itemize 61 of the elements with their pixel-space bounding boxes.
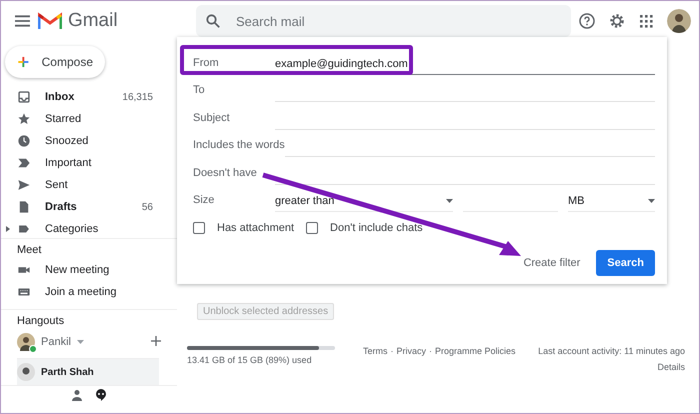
footer-link[interactable]: Terms [363, 346, 388, 372]
sidebar-item[interactable]: Important [1, 152, 177, 174]
section-title: Hangouts [16, 314, 66, 329]
storage-text: 13.41 GB of 15 GB (89%) used [187, 355, 312, 365]
avatar-icon [17, 333, 35, 351]
activity-text: Last account activity: 11 minutes ago [538, 346, 685, 356]
sidebar-item[interactable]: Sent [1, 174, 177, 196]
separator: · [390, 346, 394, 358]
avatar-icon[interactable] [667, 9, 691, 33]
field-label: Doesn't have [193, 166, 258, 180]
label-arrow-icon [17, 156, 31, 170]
caret-icon[interactable] [76, 340, 84, 344]
sidebar-item[interactable]: Snoozed [1, 130, 177, 152]
caret-icon [446, 199, 453, 203]
contact-item[interactable]: Parth Shah [17, 358, 159, 385]
menu-icon[interactable] [15, 15, 30, 27]
sidebar-item[interactable]: Starred [1, 108, 177, 130]
checkbox[interactable] [306, 222, 318, 234]
field-label: To [193, 83, 206, 98]
separator: · [429, 346, 432, 358]
search-icon [206, 14, 220, 28]
compose-button[interactable]: Compose [5, 46, 105, 78]
person-icon[interactable] [71, 389, 83, 401]
sidebar-item[interactable]: Join a meeting [1, 281, 177, 303]
user-name[interactable]: Pankil [41, 336, 71, 348]
caret-icon [648, 199, 655, 203]
checkbox-label: Don't include chats [330, 222, 423, 234]
size-unit-dropdown[interactable]: MB [568, 195, 655, 212]
section-title: Meet [16, 243, 42, 258]
sidebar-item[interactable]: Drafts 56 [1, 196, 177, 218]
apps-grid-icon[interactable] [639, 14, 653, 28]
sidebar-item[interactable]: New meeting [1, 259, 177, 281]
create-filter-button[interactable]: Create filter [523, 251, 580, 275]
document-icon [17, 200, 31, 214]
app-name: Gmail [68, 10, 118, 32]
checkbox-label: Has attachment [217, 222, 294, 234]
mail-logo-icon [38, 12, 62, 30]
avatar-icon [17, 363, 35, 381]
text-input[interactable]: example@guidingtech.com [275, 58, 655, 74]
search-bar[interactable]: Search mail [196, 5, 571, 37]
inbox-icon [17, 90, 31, 104]
clock-icon [17, 134, 31, 148]
field-label: Subject [193, 110, 231, 126]
footer-link[interactable]: Programme Policies [435, 346, 516, 372]
caret-icon[interactable] [5, 226, 11, 232]
help-icon[interactable] [579, 13, 595, 29]
sidebar-item[interactable]: Categories [1, 218, 177, 238]
chat-bubble-icon[interactable] [95, 389, 107, 401]
send-icon [17, 178, 31, 192]
footer-link[interactable]: Privacy [396, 346, 426, 372]
star-icon [17, 112, 31, 126]
search-field[interactable]: Search mail [234, 12, 561, 30]
field-label: Includes the words [193, 138, 285, 153]
details-link[interactable]: Details [657, 362, 685, 372]
size-operator-dropdown[interactable]: greater than [275, 195, 453, 212]
field-label: Size [193, 193, 216, 208]
checkbox[interactable] [193, 222, 205, 234]
search-button[interactable]: Search [596, 250, 655, 276]
settings-icon[interactable] [609, 13, 625, 29]
sidebar-item[interactable]: Inbox 16,315 [1, 86, 177, 108]
field-label: From [193, 56, 220, 70]
